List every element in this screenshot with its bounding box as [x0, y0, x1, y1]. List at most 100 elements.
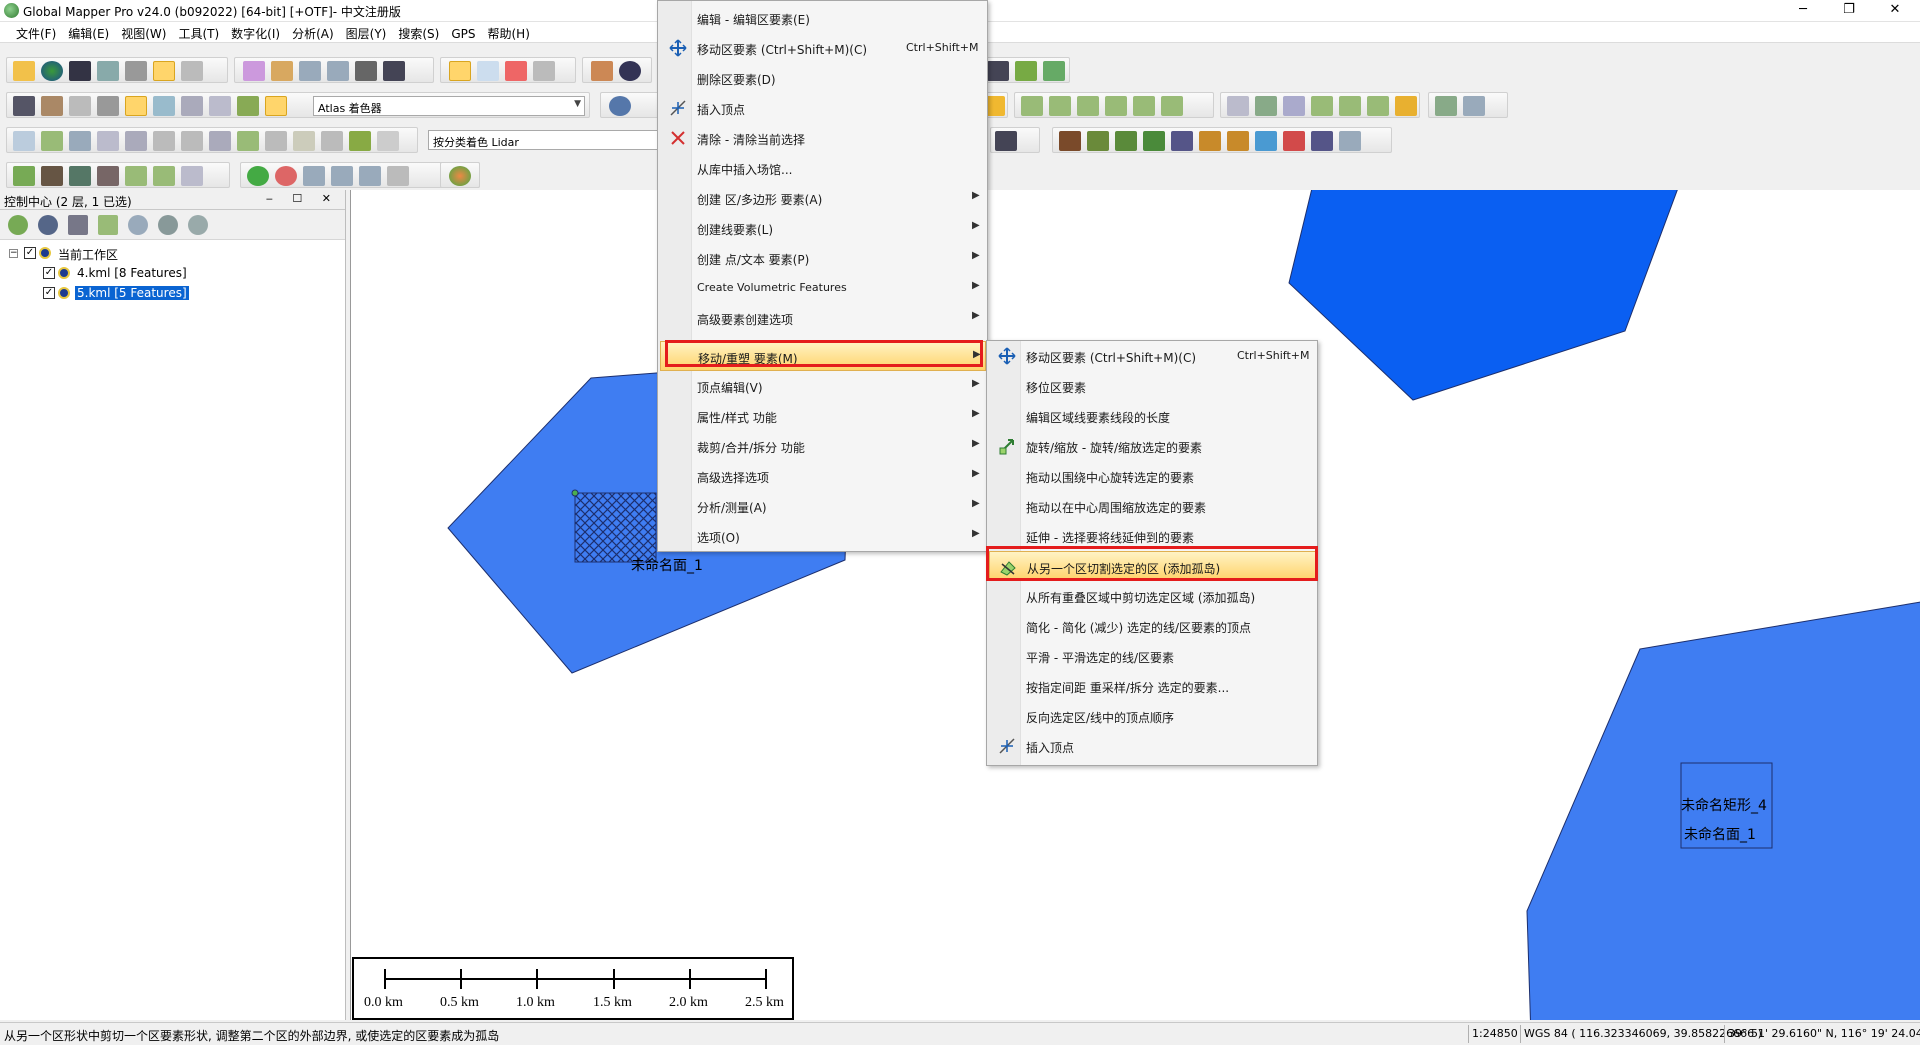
- menu-digitize[interactable]: 数字化(I): [225, 22, 286, 42]
- tree-icon[interactable]: [1143, 131, 1165, 151]
- menu-analysis[interactable]: 分析(A): [286, 22, 340, 42]
- menu-tools[interactable]: 工具(T): [172, 22, 225, 42]
- menu-item-delete-area[interactable]: 删除区要素(D): [660, 63, 986, 93]
- watershed-icon[interactable]: [97, 166, 119, 186]
- menu-help[interactable]: 帮助(H): [482, 22, 536, 42]
- view3d-icon[interactable]: [69, 96, 91, 116]
- draw-polyline-icon[interactable]: [1049, 96, 1071, 116]
- lidar-more-icon[interactable]: [377, 131, 399, 151]
- close-layer-icon[interactable]: [188, 215, 208, 235]
- volume-icon[interactable]: [125, 166, 147, 186]
- grid-icon[interactable]: [1283, 96, 1305, 116]
- move-tool-icon[interactable]: [13, 131, 35, 151]
- draw-line-icon[interactable]: [1021, 96, 1043, 116]
- pie-chart-icon[interactable]: [449, 166, 471, 186]
- gps-stop-icon[interactable]: [275, 166, 297, 186]
- maximize-button[interactable]: ❐: [1826, 0, 1872, 22]
- menu-item-create-point[interactable]: 创建 点/文本 要素(P) ▶: [660, 243, 986, 273]
- submenu-item-edit-segment-length[interactable]: 编辑区域线要素线段的长度: [989, 401, 1316, 431]
- draw-circle-icon[interactable]: [1161, 96, 1183, 116]
- menu-file[interactable]: 文件(F): [10, 22, 62, 42]
- menu-item-create-area[interactable]: 创建 区/多边形 要素(A) ▶: [660, 183, 986, 213]
- menu-edit[interactable]: 编辑(E): [62, 22, 115, 42]
- info-icon[interactable]: [619, 61, 641, 81]
- workspace-icon[interactable]: [97, 61, 119, 81]
- minimize-button[interactable]: ─: [1780, 0, 1826, 22]
- pan-icon[interactable]: [271, 61, 293, 81]
- lidar-path-icon[interactable]: [69, 131, 91, 151]
- lidar-brush-icon[interactable]: [349, 131, 371, 151]
- menu-item-move-area[interactable]: 移动区要素 (Ctrl+Shift+M)(C) Ctrl+Shift+M: [660, 33, 986, 63]
- digitizer-icon[interactable]: [449, 61, 471, 81]
- menu-item-crop-merge-split[interactable]: 裁剪/合并/拆分 功能 ▶: [660, 431, 986, 461]
- water-drop-icon[interactable]: [1255, 131, 1277, 151]
- draw-curve-icon[interactable]: [1077, 96, 1099, 116]
- terrain-shade-icon[interactable]: [237, 96, 259, 116]
- noise-icon[interactable]: [1283, 131, 1305, 151]
- key-point-icon[interactable]: [1311, 131, 1333, 151]
- submenu-item-drag-scale[interactable]: 拖动以在中心周围缩放选定的要素: [989, 491, 1316, 521]
- cube-icon[interactable]: [97, 96, 119, 116]
- menu-item-advanced-select[interactable]: 高级选择选项 ▶: [660, 461, 986, 491]
- gps-track-icon[interactable]: [303, 166, 325, 186]
- hillshade-icon[interactable]: [125, 96, 147, 116]
- attribute-table-icon[interactable]: [68, 215, 88, 235]
- tree-root[interactable]: − ✓ 当前工作区: [0, 244, 345, 264]
- layer-options-icon[interactable]: [98, 215, 118, 235]
- lidar-combo[interactable]: 按分类着色 Lidar: [428, 130, 658, 150]
- menu-item-advanced-create[interactable]: 高级要素创建选项 ▶: [660, 303, 986, 333]
- config-icon[interactable]: [125, 61, 147, 81]
- delete-icon[interactable]: [505, 61, 527, 81]
- select-rect-icon[interactable]: [477, 61, 499, 81]
- add-layer-icon[interactable]: [8, 215, 28, 235]
- view-shed-icon[interactable]: [13, 166, 35, 186]
- home-icon[interactable]: [383, 61, 405, 81]
- layer-checkbox[interactable]: ✓: [43, 287, 55, 299]
- open-icon[interactable]: [13, 61, 35, 81]
- draw-area-icon[interactable]: [1105, 96, 1127, 116]
- mountain-icon[interactable]: [1059, 131, 1081, 151]
- gps-clear-icon[interactable]: [387, 166, 409, 186]
- menu-item-edit-area[interactable]: 编辑 - 编辑区要素(E): [660, 3, 986, 33]
- menu-item-options[interactable]: 选项(O) ▶: [660, 521, 986, 551]
- map-area-top-right[interactable]: [1288, 190, 1681, 401]
- lidar-tool-icon[interactable]: [125, 131, 147, 151]
- lidar-edit-icon[interactable]: [41, 131, 63, 151]
- save-icon[interactable]: [69, 61, 91, 81]
- lidar-classify-icon[interactable]: [237, 131, 259, 151]
- submenu-item-reverse-vertices[interactable]: 反向选定区/线中的顶点顺序: [989, 701, 1316, 731]
- terrain-icon[interactable]: [1015, 61, 1037, 81]
- check-icon[interactable]: [1435, 96, 1457, 116]
- gps-start-icon[interactable]: [247, 166, 269, 186]
- menu-item-insert-venue[interactable]: 从库中插入场馆...: [660, 153, 986, 183]
- lidar-split-icon[interactable]: [181, 131, 203, 151]
- zoom-out-icon[interactable]: [327, 61, 349, 81]
- close-button[interactable]: ✕: [1872, 0, 1918, 22]
- powerline-icon[interactable]: [1227, 131, 1249, 151]
- layout-panel-icon[interactable]: [13, 96, 35, 116]
- lidar-rect-icon[interactable]: [321, 131, 343, 151]
- atlas-shader-icon[interactable]: [265, 96, 287, 116]
- lidar-crop-icon[interactable]: [293, 131, 315, 151]
- breakline-icon[interactable]: [1339, 131, 1361, 151]
- menu-item-vertex-edit[interactable]: 顶点编辑(V) ▶: [660, 371, 986, 401]
- point-icon[interactable]: [1311, 96, 1333, 116]
- tool-icon[interactable]: [987, 61, 1009, 81]
- water-icon[interactable]: [153, 96, 175, 116]
- grass-icon[interactable]: [1087, 131, 1109, 151]
- feature-edit-icon[interactable]: [1339, 96, 1361, 116]
- menu-gps[interactable]: GPS: [445, 24, 481, 41]
- lidar-cluster-icon[interactable]: [995, 131, 1017, 151]
- terrain-analysis-icon[interactable]: [41, 166, 63, 186]
- bush-icon[interactable]: [1115, 131, 1137, 151]
- submenu-item-smooth[interactable]: 平滑 - 平滑选定的线/区要素: [989, 641, 1316, 671]
- panel-window-buttons[interactable]: ‒ ☐ ✕: [266, 192, 339, 205]
- lidar-move-icon[interactable]: [97, 131, 119, 151]
- contour-icon[interactable]: [69, 166, 91, 186]
- overlay-icon[interactable]: [153, 61, 175, 81]
- profile-icon[interactable]: [209, 96, 231, 116]
- menu-search[interactable]: 搜索(S): [392, 22, 445, 42]
- submenu-item-rotate-scale[interactable]: 旋转/缩放 - 旋转/缩放选定的要素: [989, 431, 1316, 461]
- menu-item-create-line[interactable]: 创建线要素(L) ▶: [660, 213, 986, 243]
- menu-item-analysis-measure[interactable]: 分析/测量(A) ▶: [660, 491, 986, 521]
